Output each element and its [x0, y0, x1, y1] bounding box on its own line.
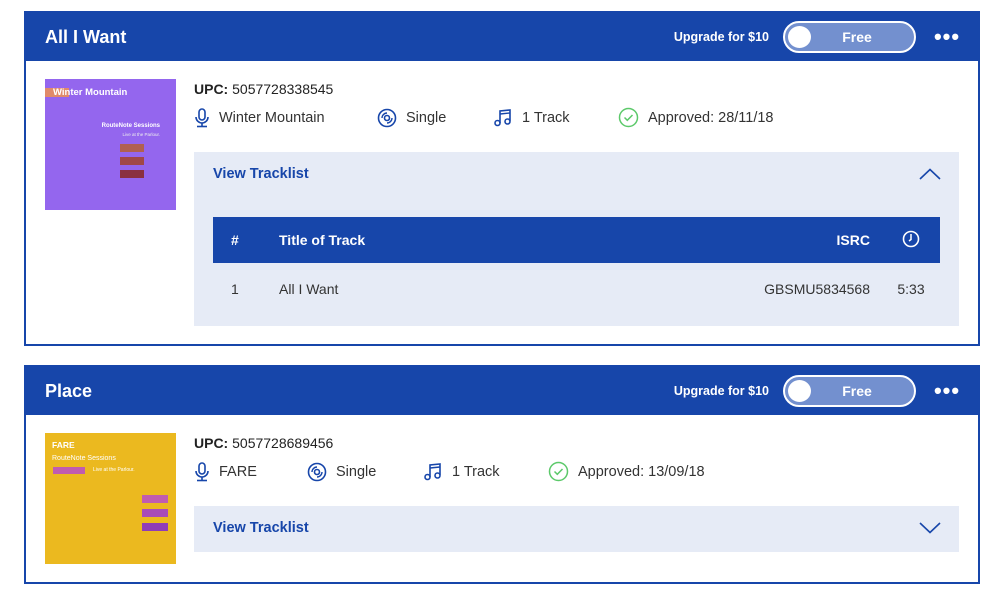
release-type: Single — [336, 463, 377, 480]
track-isrc: GBSMU5834568 — [764, 281, 870, 297]
more-options-button[interactable]: ••• — [916, 26, 978, 48]
cover-art: FARE RouteNote Sessions Live at the Parl… — [45, 433, 176, 564]
artist-name: FARE — [219, 463, 257, 480]
music-note-icon — [424, 462, 441, 480]
release-meta: Winter Mountain Single 1 Track Approved:… — [194, 107, 774, 128]
upc-label: UPC: — [194, 435, 229, 451]
clock-icon — [902, 230, 920, 247]
check-circle-icon — [618, 107, 639, 128]
cover-bar — [142, 509, 168, 517]
status-item: Approved: 28/11/18 — [618, 107, 774, 128]
col-duration — [882, 217, 940, 263]
release-info: UPC: 5057728689456 FARE Single 1 Track A… — [194, 435, 705, 482]
upc-value: 5057728338545 — [232, 81, 334, 97]
cover-title: FARE — [52, 440, 75, 450]
cover-bar — [142, 523, 168, 531]
tracklist-panel: View Tracklist — [194, 506, 959, 552]
track-title: All I Want — [279, 281, 339, 297]
upc-label: UPC: — [194, 81, 229, 97]
artist-name: Winter Mountain — [219, 109, 325, 126]
release-type: Single — [406, 109, 447, 126]
cover-line2: Live at the Parlour. — [122, 132, 160, 137]
type-item: Single — [307, 462, 423, 482]
view-tracklist-label: View Tracklist — [213, 166, 309, 182]
tracklist-panel: View Tracklist # Title of Track ISRC 1 A… — [194, 152, 959, 326]
release-header: All I Want Upgrade for $10 Free ••• — [26, 13, 978, 61]
tracklist-toggle[interactable]: View Tracklist — [194, 506, 959, 550]
release-title: Place — [45, 380, 93, 401]
chevron-down-icon[interactable] — [919, 522, 941, 534]
more-options-button[interactable]: ••• — [916, 380, 978, 402]
toggle-knob — [788, 26, 811, 48]
cover-bar — [53, 467, 85, 474]
cover-bar — [120, 144, 144, 152]
upc: UPC: 5057728689456 — [194, 435, 705, 451]
chevron-up-icon[interactable] — [919, 168, 941, 180]
release-header: Place Upgrade for $10 Free ••• — [26, 367, 978, 415]
upgrade-label[interactable]: Upgrade for $10 — [674, 30, 769, 44]
music-note-icon — [494, 108, 511, 126]
approval-status: Approved: 13/09/18 — [578, 463, 705, 480]
track-count: 1 Track — [522, 109, 570, 126]
check-circle-icon — [548, 461, 569, 482]
cover-line2: Live at the Parlour. — [93, 467, 135, 473]
cover-title: Winter Mountain — [53, 87, 128, 98]
cover-line1: RouteNote Sessions — [52, 455, 116, 462]
track-count: 1 Track — [452, 463, 500, 480]
release-meta: FARE Single 1 Track Approved: 13/09/18 — [194, 461, 705, 482]
col-title: Title of Track — [279, 217, 742, 263]
cover-bar — [142, 495, 168, 503]
release-card: Place Upgrade for $10 Free ••• FARE Rout… — [24, 365, 980, 584]
upc: UPC: 5057728338545 — [194, 81, 774, 97]
view-tracklist-label: View Tracklist — [213, 520, 309, 536]
approval-status: Approved: 28/11/18 — [648, 109, 774, 126]
track-duration: 5:33 — [897, 281, 925, 297]
tracks-item: 1 Track — [423, 462, 548, 482]
release-title: All I Want — [45, 26, 127, 47]
cover-line1: RouteNote Sessions — [101, 123, 160, 129]
artist-item: Winter Mountain — [194, 107, 377, 128]
microphone-icon — [195, 461, 209, 481]
toggle-knob — [788, 380, 811, 402]
col-number: # — [213, 217, 279, 263]
tracklist-toggle[interactable]: View Tracklist — [194, 152, 959, 196]
cover-bar — [120, 157, 144, 165]
disc-icon — [307, 462, 327, 481]
plan-toggle[interactable]: Free — [783, 21, 916, 53]
plan-toggle[interactable]: Free — [783, 375, 916, 407]
type-item: Single — [377, 108, 493, 128]
disc-icon — [377, 108, 397, 127]
upc-value: 5057728689456 — [232, 435, 334, 451]
col-isrc: ISRC — [742, 217, 882, 263]
tracklist-table: # Title of Track ISRC 1 All I Want GBSMU… — [213, 217, 940, 315]
upgrade-label[interactable]: Upgrade for $10 — [674, 384, 769, 398]
release-card: All I Want Upgrade for $10 Free ••• Wint… — [24, 11, 980, 346]
table-row[interactable]: 1 All I Want GBSMU5834568 5:33 — [213, 263, 940, 315]
tracks-item: 1 Track — [493, 108, 618, 128]
cover-bar — [120, 170, 144, 178]
cover-art: Winter Mountain RouteNote Sessions Live … — [45, 79, 176, 210]
artist-item: FARE — [194, 461, 307, 482]
track-number: 1 — [231, 281, 239, 297]
microphone-icon — [195, 107, 209, 127]
status-item: Approved: 13/09/18 — [548, 461, 705, 482]
table-header-row: # Title of Track ISRC — [213, 217, 940, 263]
release-info: UPC: 5057728338545 Winter Mountain Singl… — [194, 81, 774, 128]
